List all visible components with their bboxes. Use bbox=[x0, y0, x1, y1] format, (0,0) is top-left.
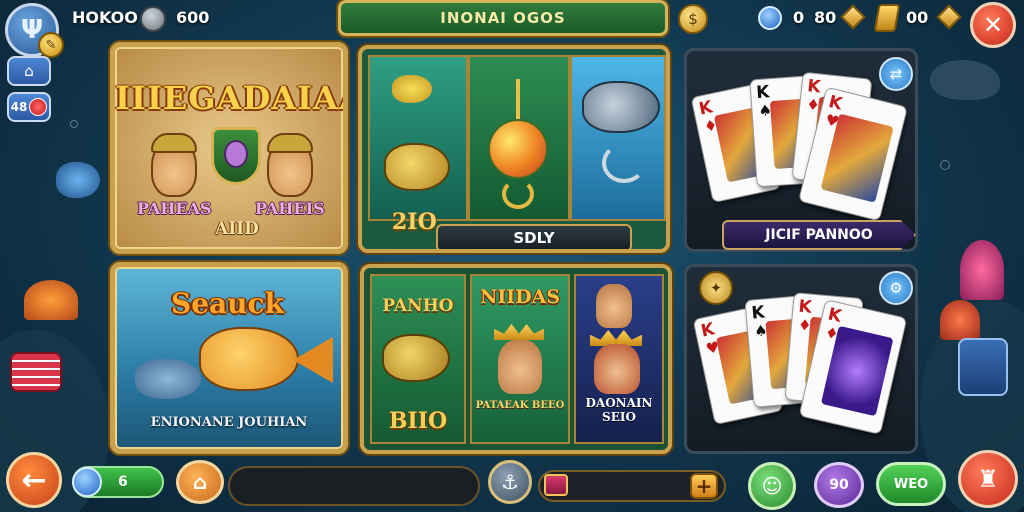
green-button-label: WEO bbox=[893, 476, 929, 492]
gold-coin-button[interactable]: $ bbox=[678, 4, 708, 34]
gem-value-2: 80 bbox=[814, 8, 837, 27]
coral-right bbox=[960, 240, 1004, 300]
princess-portrait bbox=[594, 344, 640, 394]
tile1-left-label: PAHEAS bbox=[137, 199, 212, 218]
close-icon: ✕ bbox=[982, 11, 1004, 39]
game-tile-2[interactable]: Seauck ENIONANE JOUHIAN bbox=[110, 262, 348, 454]
tile4-col2-title: NIIDAS bbox=[479, 286, 561, 308]
anchor-button[interactable]: ⚓ bbox=[488, 460, 532, 504]
home-side-button[interactable]: ⌂ bbox=[7, 56, 51, 86]
tuna-art bbox=[135, 359, 201, 399]
blue-gem-icon bbox=[72, 467, 102, 497]
blue-gem-icon bbox=[758, 6, 782, 30]
gold-diamond-icon-2 bbox=[936, 4, 962, 30]
settings-mini-button[interactable]: ⚙ bbox=[879, 271, 913, 305]
lobby-title-banner: INONAI OGOS bbox=[338, 0, 668, 36]
tile4-fish-art bbox=[382, 334, 450, 382]
lure-hook-icon bbox=[502, 179, 534, 209]
tile2-subtitle: ENIONANE JOUHIAN bbox=[150, 415, 308, 430]
treasure-chest-icon bbox=[544, 474, 568, 496]
small-fish-art bbox=[392, 75, 432, 103]
tile4-col2-bottom: PATAEAK BEEO bbox=[475, 400, 565, 411]
lure-stem bbox=[516, 79, 520, 121]
gem-count: 6 bbox=[118, 474, 128, 490]
barrel bbox=[958, 338, 1008, 396]
notification-side-button[interactable]: 48 bbox=[7, 92, 51, 122]
tile3-play-bar[interactable]: SDLY bbox=[436, 224, 632, 249]
castle-button[interactable]: ♜ bbox=[958, 450, 1018, 508]
anchor-icon: ⚓ bbox=[501, 470, 519, 494]
friends-button[interactable]: ☺ bbox=[748, 462, 796, 510]
lobby-title: INONAI OGOS bbox=[440, 9, 566, 27]
card-game-panel-2[interactable]: ✦ ⚙ K ♥ K ♠ K ♦ K ♦ bbox=[684, 264, 918, 454]
coins-label: HOKOO bbox=[72, 8, 138, 27]
silver-coin-icon bbox=[140, 6, 166, 32]
bubble bbox=[70, 120, 78, 128]
arrow-left-icon: ← bbox=[21, 462, 47, 498]
tile4-col1-bottom: BIIO bbox=[388, 408, 448, 434]
shuffle-button[interactable]: ⇄ bbox=[879, 57, 913, 91]
add-button[interactable]: + bbox=[690, 473, 718, 499]
card-game-1-label[interactable]: JICIF PANNOO bbox=[722, 220, 916, 250]
tile4-col1-title: PANHO bbox=[382, 296, 454, 316]
fishing-hook-icon bbox=[602, 143, 646, 183]
back-button[interactable]: ← bbox=[6, 452, 62, 508]
coins-value: 600 bbox=[176, 8, 210, 27]
close-button[interactable]: ✕ bbox=[970, 2, 1016, 48]
green-action-button[interactable]: WEO bbox=[876, 462, 946, 506]
poker-chips bbox=[10, 352, 62, 392]
shield-emblem-icon bbox=[211, 127, 261, 185]
home-button[interactable]: ⌂ bbox=[176, 460, 224, 504]
alert-dot-icon bbox=[29, 98, 48, 116]
fishing-lure-orb-icon bbox=[488, 119, 548, 179]
tag-value: 00 bbox=[906, 8, 929, 27]
card-game-1-title: JICIF PANNOO bbox=[765, 227, 873, 243]
gem-counter[interactable]: 6 bbox=[72, 466, 164, 498]
tile3-column-1 bbox=[368, 55, 468, 221]
house-icon: ⌂ bbox=[192, 470, 208, 494]
house-icon: ⌂ bbox=[24, 62, 34, 80]
friends-icon: ☺ bbox=[761, 474, 783, 498]
bg-shark bbox=[930, 60, 1000, 100]
shuffle-icon: ⇄ bbox=[889, 65, 903, 83]
gem-value: 0 bbox=[793, 8, 805, 27]
emblem-button[interactable]: ✦ bbox=[699, 271, 733, 305]
coral-right-2 bbox=[940, 300, 980, 340]
star-emblem-icon: ✦ bbox=[709, 279, 723, 297]
bubble bbox=[940, 160, 950, 170]
king-portrait bbox=[596, 284, 632, 328]
big-fish-art bbox=[384, 143, 450, 191]
bg-fish bbox=[56, 162, 100, 198]
tile2-title: Seauck bbox=[171, 287, 284, 320]
tile3-column-3 bbox=[570, 55, 666, 221]
plus-icon: + bbox=[695, 474, 713, 498]
goldfish-tail bbox=[293, 337, 333, 383]
game-tile-1[interactable]: IIIEGADAIAA PAHEAS AIID PAHEIS bbox=[110, 42, 348, 254]
purple-button-label: 90 bbox=[829, 477, 849, 493]
goldfish-art bbox=[199, 327, 299, 391]
gear-icon: ⚙ bbox=[889, 279, 903, 297]
queen-portrait bbox=[498, 340, 542, 394]
character-face-left bbox=[151, 133, 197, 197]
tile3-number: 2IO bbox=[392, 209, 437, 235]
tile1-mid-label: AIID bbox=[215, 219, 259, 239]
purple-button[interactable]: 90 bbox=[814, 462, 864, 508]
gold-tag-icon bbox=[873, 4, 901, 32]
predator-fish-art bbox=[582, 81, 660, 133]
avatar-badge-icon: ✎ bbox=[38, 32, 64, 58]
tile1-title: IIIEGADAIAA bbox=[115, 79, 348, 117]
castle-icon: ♜ bbox=[977, 465, 999, 493]
game-tile-4[interactable]: PANHO BIIO NIIDAS PATAEAK BEEO DAONAIN S… bbox=[360, 264, 672, 454]
gold-diamond-icon bbox=[840, 4, 866, 30]
chat-bar[interactable] bbox=[228, 466, 480, 506]
game-tile-3[interactable]: 2IO SDLY bbox=[358, 45, 670, 253]
tile3-bar-label: SDLY bbox=[513, 229, 555, 247]
notification-label: 48 bbox=[10, 100, 28, 114]
character-face-right bbox=[267, 133, 313, 197]
tile4-col3-bottom: DAONAIN SEIO bbox=[585, 396, 653, 424]
coral-left bbox=[24, 280, 78, 320]
tile1-right-label: PAHEIS bbox=[255, 199, 325, 218]
